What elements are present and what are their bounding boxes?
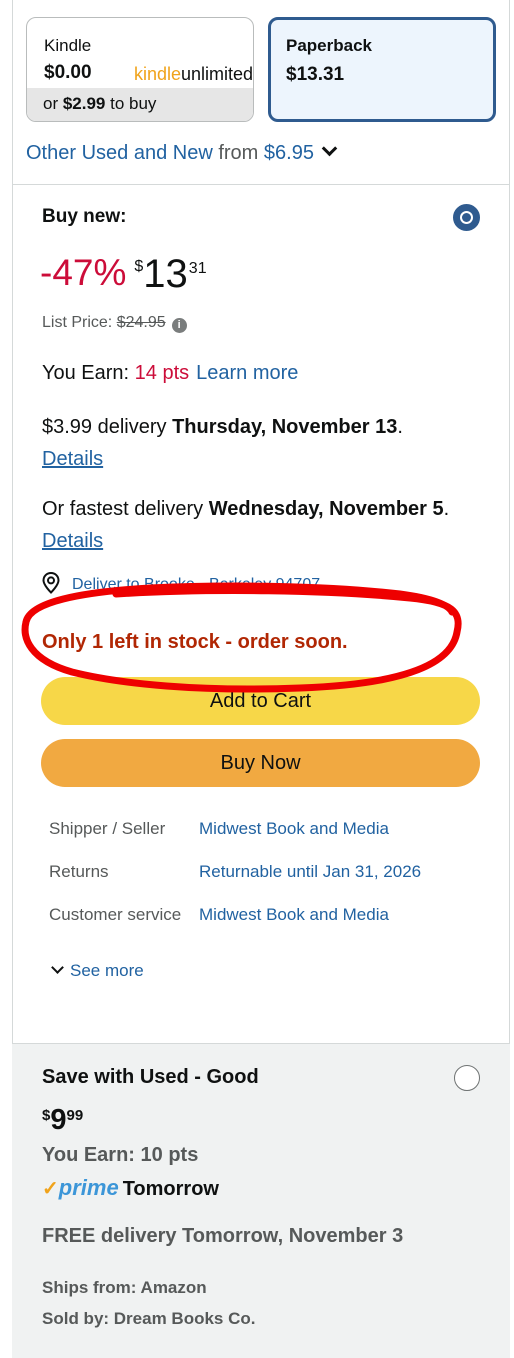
- kindle-unlimited-logo: kindleunlimited: [134, 64, 254, 84]
- chevron-down-icon: [321, 140, 338, 157]
- used-ships-from: Ships from: Amazon: [42, 1278, 207, 1297]
- price-currency: $: [134, 258, 144, 275]
- used-sold-by: Sold by: Dream Books Co.: [42, 1309, 256, 1328]
- add-to-cart-button[interactable]: Add to Cart: [41, 677, 480, 725]
- prime-check-icon: ✓: [42, 1178, 59, 1200]
- price-whole: 13: [143, 252, 188, 296]
- other-used-and-new-link[interactable]: Other Used and New from $6.95: [26, 140, 338, 165]
- list-price: List Price: $24.95 i: [42, 314, 187, 333]
- format-card-paperback[interactable]: Paperback $13.31: [268, 17, 496, 122]
- info-label: Returns: [49, 862, 109, 881]
- seller-link[interactable]: Midwest Book and Media: [199, 816, 389, 842]
- chevron-down-icon: [51, 961, 64, 974]
- see-more-link[interactable]: See more: [49, 961, 144, 981]
- buy-new-radio[interactable]: [453, 204, 480, 231]
- standard-delivery: $3.99 delivery Thursday, November 13. De…: [42, 416, 403, 470]
- info-icon[interactable]: i: [171, 318, 187, 333]
- fastest-details-link[interactable]: Details: [42, 530, 103, 552]
- info-row-shipper: Shipper / Seller Midwest Book and Media: [49, 816, 489, 859]
- prime-badge: ✓prime Tomorrow: [42, 1175, 219, 1200]
- used-price: $999: [42, 1104, 84, 1136]
- location-pin-icon: [42, 572, 60, 594]
- used-delivery: FREE delivery Tomorrow, November 3: [42, 1225, 404, 1247]
- used-earn-points: You Earn: 10 pts: [42, 1144, 199, 1166]
- info-label: Shipper / Seller: [49, 819, 166, 838]
- discount-percent: -47%: [40, 252, 127, 293]
- format-kindle-price: $0.00: [44, 62, 92, 83]
- info-row-customer-service: Customer service Midwest Book and Media: [49, 902, 489, 945]
- price-fraction: 31: [188, 260, 207, 277]
- buy-new-heading: Buy new:: [42, 206, 127, 227]
- deliver-to-location[interactable]: Deliver to Brooke - Berkeley 94707: [42, 572, 320, 596]
- format-card-kindle[interactable]: Kindle $0.00 kindleunlimited or $2.99 to…: [26, 17, 254, 122]
- seller-info-table: Shipper / Seller Midwest Book and Media …: [49, 816, 489, 945]
- divider: [12, 184, 510, 185]
- fastest-delivery: Or fastest delivery Wednesday, November …: [42, 498, 450, 552]
- info-label: Customer service: [49, 905, 182, 924]
- stock-warning: Only 1 left in stock - order soon.: [42, 631, 348, 653]
- format-paperback-name: Paperback: [286, 36, 372, 55]
- returns-link[interactable]: Returnable until Jan 31, 2026: [199, 859, 421, 885]
- learn-more-link[interactable]: Learn more: [196, 362, 298, 384]
- format-kindle-buy-option[interactable]: or $2.99 to buy: [27, 88, 253, 121]
- prime-logo: prime: [58, 1175, 119, 1200]
- earn-points: You Earn: 14 pts Learn more: [42, 362, 299, 384]
- delivery-details-link[interactable]: Details: [42, 448, 103, 470]
- customer-service-link[interactable]: Midwest Book and Media: [199, 902, 389, 928]
- format-kindle-name: Kindle: [44, 36, 92, 55]
- used-offer-title: Save with Used - Good: [42, 1066, 259, 1088]
- used-offer-panel[interactable]: Save with Used - Good $999 You Earn: 10 …: [12, 1043, 510, 1358]
- price-row: -47% $1331: [40, 252, 207, 297]
- format-paperback-price: $13.31: [286, 64, 345, 85]
- info-row-returns: Returns Returnable until Jan 31, 2026: [49, 859, 489, 902]
- buy-now-button[interactable]: Buy Now: [41, 739, 480, 787]
- used-offer-radio[interactable]: [454, 1065, 480, 1091]
